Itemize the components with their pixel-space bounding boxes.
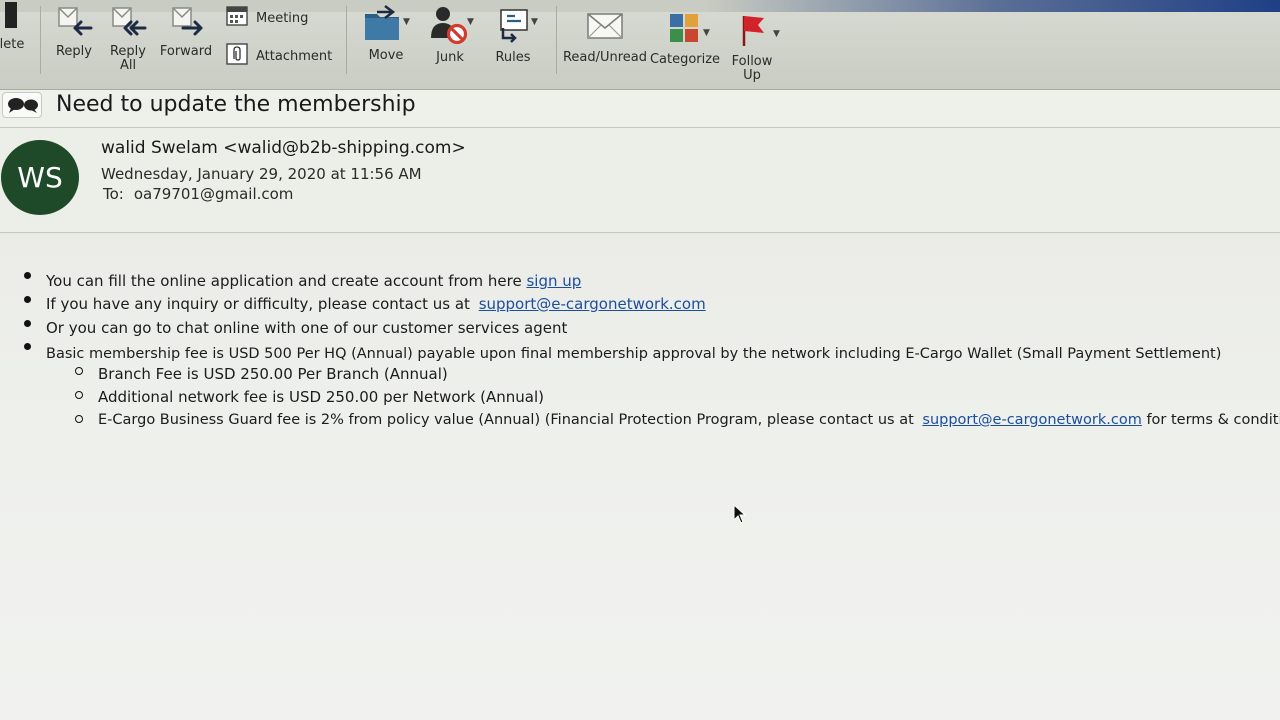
toolbar-separator bbox=[40, 6, 41, 74]
sender-avatar[interactable]: WS bbox=[1, 140, 79, 215]
follow-up-label: Follow bbox=[731, 54, 773, 69]
sub-bullet-icon bbox=[75, 367, 83, 375]
list-item-text: Branch Fee is USD 250.00 Per Branch (Ann… bbox=[98, 365, 448, 383]
toolbar-separator bbox=[556, 6, 557, 74]
forward-button[interactable]: Forward bbox=[158, 2, 214, 59]
list-item-text: Or you can go to chat online with one of… bbox=[46, 319, 568, 337]
reply-icon bbox=[50, 2, 98, 42]
list-item: Or you can go to chat online with one of… bbox=[46, 319, 567, 337]
list-item-text: Basic membership fee is USD 500 Per HQ (… bbox=[46, 346, 1222, 362]
sub-list-item: Branch Fee is USD 250.00 Per Branch (Ann… bbox=[98, 365, 448, 383]
categorize-label: Categorize bbox=[649, 52, 721, 67]
support-email-link[interactable]: support@e-cargonetwork.com bbox=[479, 295, 706, 313]
meeting-label: Meeting bbox=[256, 10, 309, 26]
toolbar-separator bbox=[346, 6, 347, 74]
list-item-text: You can fill the online application and … bbox=[46, 272, 522, 290]
forward-label: Forward bbox=[159, 44, 213, 59]
follow-up-label-2: Up bbox=[743, 68, 761, 83]
bullet-icon bbox=[24, 320, 31, 327]
sub-bullet-icon bbox=[75, 391, 83, 399]
meeting-button[interactable]: Meeting bbox=[226, 5, 308, 31]
message-subject: Need to update the membership bbox=[56, 92, 416, 117]
recipient-address[interactable]: oa79701@gmail.com bbox=[134, 185, 294, 203]
category-grid-icon bbox=[648, 4, 722, 50]
paperclip-icon bbox=[226, 43, 248, 69]
recipient-line: To: oa79701@gmail.com bbox=[103, 185, 293, 203]
follow-up-button[interactable]: Follow Up bbox=[726, 4, 778, 83]
forward-icon bbox=[158, 2, 214, 42]
attachment-button[interactable]: Attachment bbox=[226, 43, 332, 69]
message-header: WS walid Swelam <walid@b2b-shipping.com>… bbox=[0, 128, 1280, 233]
move-button[interactable]: Move bbox=[360, 4, 412, 63]
bullet-icon bbox=[24, 272, 31, 279]
list-item-text: Additional network fee is USD 250.00 per… bbox=[98, 388, 545, 406]
list-item-text: If you have any inquiry or difficulty, p… bbox=[46, 295, 470, 313]
envelope-icon bbox=[562, 4, 648, 48]
calendar-icon bbox=[226, 5, 248, 31]
message-body: You can fill the online application and … bbox=[0, 234, 1280, 720]
bullet-icon bbox=[24, 343, 31, 350]
reply-button[interactable]: Reply bbox=[50, 2, 98, 59]
list-item: Basic membership fee is USD 500 Per HQ (… bbox=[46, 346, 1221, 362]
attachment-label: Attachment bbox=[256, 48, 333, 64]
sign-up-link[interactable]: sign up bbox=[526, 272, 581, 290]
ribbon-toolbar: lete Reply Reply All Forward Meeting Att… bbox=[0, 0, 1280, 90]
list-item-text: for terms & conditions) bbox=[1146, 412, 1280, 428]
move-dropdown-icon[interactable]: ▼ bbox=[403, 17, 410, 27]
reply-all-label: Reply bbox=[109, 44, 146, 59]
sub-bullet-icon bbox=[75, 415, 83, 423]
sender-name[interactable]: walid Swelam <walid@b2b-shipping.com> bbox=[101, 138, 466, 158]
conversation-icon bbox=[2, 92, 42, 118]
to-label: To: bbox=[103, 185, 124, 203]
categorize-button[interactable]: Categorize bbox=[648, 4, 722, 67]
message-date: Wednesday, January 29, 2020 at 11:56 AM bbox=[101, 165, 422, 183]
junk-button[interactable]: Junk bbox=[424, 4, 476, 65]
categorize-dropdown-icon[interactable]: ▼ bbox=[703, 28, 710, 38]
reply-all-button[interactable]: Reply All bbox=[104, 2, 152, 73]
rules-button[interactable]: Rules bbox=[486, 4, 540, 65]
reply-all-label-2: All bbox=[119, 58, 137, 73]
sub-list-item: Additional network fee is USD 250.00 per… bbox=[98, 388, 544, 406]
rules-dropdown-icon[interactable]: ▼ bbox=[531, 17, 538, 27]
junk-dropdown-icon[interactable]: ▼ bbox=[467, 17, 474, 27]
list-item-text: E-Cargo Business Guard fee is 2% from po… bbox=[98, 412, 914, 428]
trash-icon bbox=[0, 2, 26, 32]
move-label: Move bbox=[368, 48, 404, 63]
bullet-icon bbox=[24, 296, 31, 303]
flag-icon bbox=[726, 4, 778, 52]
rules-label: Rules bbox=[495, 50, 531, 65]
read-unread-button[interactable]: Read/Unread bbox=[562, 4, 648, 65]
reply-all-icon bbox=[104, 2, 152, 42]
follow-up-dropdown-icon[interactable]: ▼ bbox=[773, 29, 780, 39]
delete-button[interactable]: lete bbox=[0, 2, 26, 52]
junk-label: Junk bbox=[436, 50, 464, 65]
reply-label: Reply bbox=[55, 44, 92, 59]
read-unread-label: Read/Unread bbox=[562, 50, 648, 65]
list-item: You can fill the online application and … bbox=[46, 272, 581, 290]
sub-list-item: E-Cargo Business Guard fee is 2% from po… bbox=[98, 412, 1280, 428]
subject-bar: Need to update the membership bbox=[0, 90, 1280, 128]
support-email-link[interactable]: support@e-cargonetwork.com bbox=[922, 412, 1141, 428]
mouse-cursor-icon bbox=[733, 503, 747, 528]
delete-label: lete bbox=[0, 37, 25, 52]
list-item: If you have any inquiry or difficulty, p… bbox=[46, 295, 706, 313]
